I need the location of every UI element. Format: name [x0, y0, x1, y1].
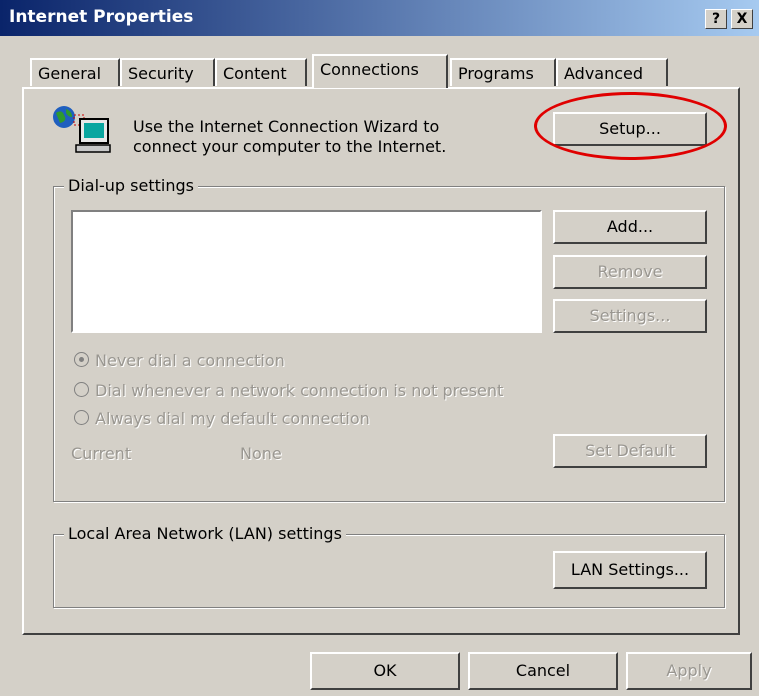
help-button[interactable]: ?	[705, 9, 727, 29]
window-title: Internet Properties	[9, 7, 194, 27]
radio-dial-whenever[interactable]: Dial whenever a network connection is no…	[74, 381, 503, 400]
title-bar[interactable]: Internet Properties ? X	[0, 0, 759, 36]
radio-never-dial[interactable]: Never dial a connection	[74, 351, 285, 370]
cancel-button[interactable]: Cancel	[468, 652, 618, 690]
tab-content[interactable]: Content	[215, 58, 307, 86]
tab-connections[interactable]: Connections	[312, 54, 448, 88]
tab-strip: General Security Content Connections Pro…	[0, 54, 759, 88]
settings-button[interactable]: Settings...	[553, 299, 707, 333]
red-highlight-circle	[534, 92, 727, 160]
close-button[interactable]: X	[731, 9, 753, 29]
tab-general[interactable]: General	[30, 58, 120, 86]
dialup-group-label: Dial-up settings	[64, 176, 198, 195]
radio-selected-icon	[74, 352, 89, 367]
radio-always-label: Always dial my default connection	[95, 409, 370, 428]
apply-button[interactable]: Apply	[626, 652, 752, 690]
lan-group-label: Local Area Network (LAN) settings	[64, 524, 346, 543]
ok-button[interactable]: OK	[310, 652, 460, 690]
tab-programs[interactable]: Programs	[450, 58, 556, 86]
radio-icon	[74, 382, 89, 397]
radio-whenever-label: Dial whenever a network connection is no…	[95, 381, 504, 400]
remove-button[interactable]: Remove	[553, 255, 707, 289]
wizard-description: Use the Internet Connection Wizard to co…	[133, 117, 446, 157]
wizard-line-2: connect your computer to the Internet.	[133, 137, 447, 156]
wizard-line-1: Use the Internet Connection Wizard to	[133, 117, 440, 136]
radio-never-label: Never dial a connection	[95, 351, 285, 370]
radio-icon	[74, 410, 89, 425]
tab-advanced[interactable]: Advanced	[556, 58, 668, 86]
set-default-button[interactable]: Set Default	[553, 434, 707, 468]
current-label: Current	[71, 444, 132, 463]
add-button[interactable]: Add...	[553, 210, 707, 244]
radio-always-dial[interactable]: Always dial my default connection	[74, 409, 370, 428]
dialup-connections-list[interactable]	[71, 210, 542, 333]
tab-security[interactable]: Security	[120, 58, 215, 86]
internet-properties-dialog: Internet Properties ? X General Security…	[0, 0, 759, 696]
lan-settings-button[interactable]: LAN Settings...	[553, 551, 707, 589]
current-value: None	[240, 444, 282, 463]
network-computer-icon	[50, 105, 112, 153]
